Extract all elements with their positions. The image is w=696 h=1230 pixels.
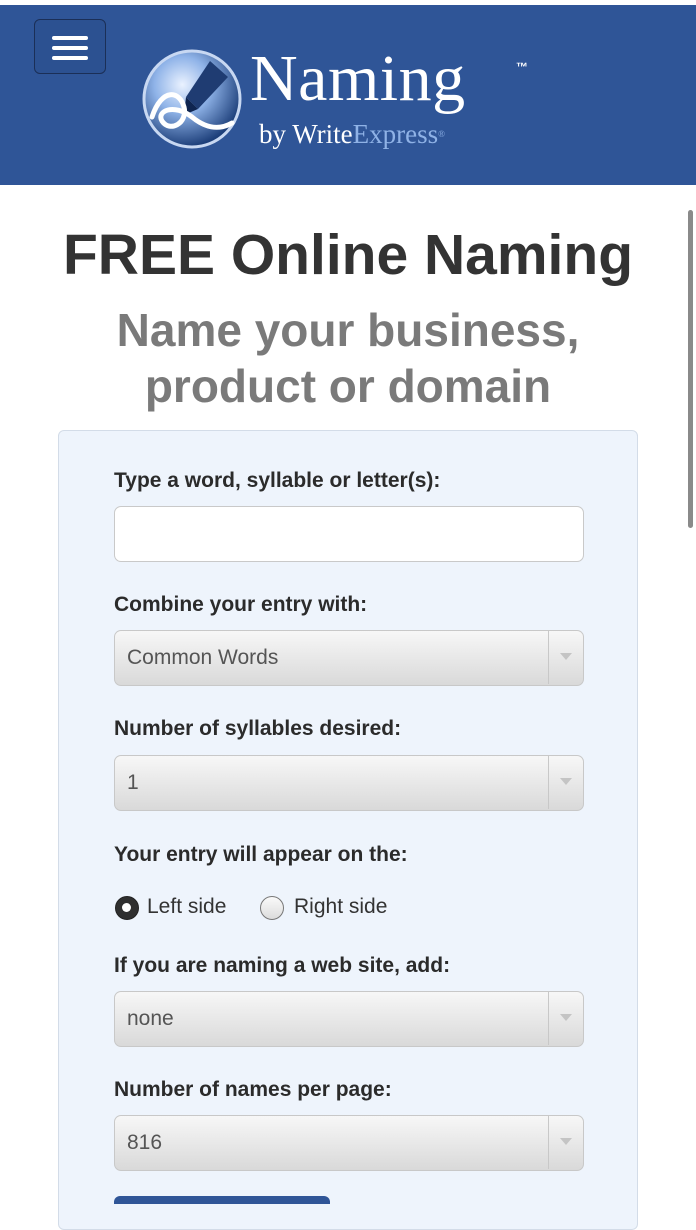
per-page-select[interactable]: 816 [114, 1115, 584, 1171]
syllables-select-value: 1 [127, 771, 139, 794]
word-label: Type a word, syllable or letter(s): [114, 469, 441, 492]
position-label: Your entry will appear on the: [114, 843, 408, 866]
logo-registered: ® [438, 129, 445, 139]
submit-button[interactable] [114, 1196, 330, 1204]
right-side-radio[interactable] [260, 896, 284, 920]
site-header: Naming ™ by WriteExpress® [0, 5, 696, 185]
website-label: If you are naming a web site, add: [114, 954, 451, 977]
page-title: FREE Online Naming [62, 223, 634, 287]
fountain-pen-logo-icon [142, 49, 242, 149]
left-side-radio[interactable] [115, 896, 139, 920]
syllables-label: Number of syllables desired: [114, 717, 402, 740]
website-select-value: none [127, 1007, 174, 1030]
logo-trademark: ™ [516, 60, 528, 74]
page-subtitle: Name your business, product or domain [116, 304, 580, 412]
syllables-select[interactable]: 1 [114, 755, 584, 811]
combine-select[interactable]: Common Words [114, 630, 584, 686]
chevron-down-icon [560, 778, 572, 785]
chevron-down-icon [560, 653, 572, 660]
website-select[interactable]: none [114, 991, 584, 1047]
combine-label: Combine your entry with: [114, 593, 368, 616]
logo-express: Express [352, 119, 439, 149]
chevron-down-icon [560, 1138, 572, 1145]
logo-title: Naming [250, 42, 466, 115]
logo-subtitle: by WriteExpress® [259, 117, 445, 151]
per-page-select-value: 816 [127, 1131, 163, 1154]
logo-by-write: by Write [259, 119, 353, 149]
right-side-label[interactable]: Right side [294, 894, 387, 920]
menu-button[interactable] [34, 19, 106, 74]
per-page-label: Number of names per page: [114, 1078, 392, 1101]
combine-select-value: Common Words [127, 646, 279, 669]
chevron-down-icon [560, 1014, 572, 1021]
left-side-label[interactable]: Left side [147, 894, 226, 920]
word-input[interactable] [114, 506, 584, 562]
